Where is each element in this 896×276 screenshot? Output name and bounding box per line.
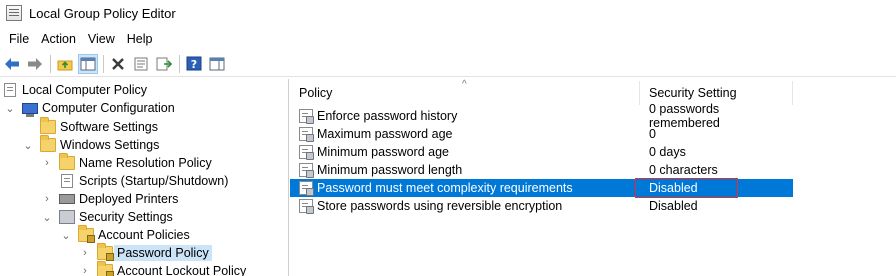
show-hide-action-pane-icon[interactable]: [207, 54, 227, 74]
policy-setting-icon: [299, 109, 314, 124]
sort-ascending-icon: ^: [462, 79, 467, 90]
menu-help[interactable]: Help: [121, 30, 159, 48]
policy-name: Minimum password length: [317, 163, 463, 177]
policy-row[interactable]: Minimum password length 0 characters: [290, 161, 793, 179]
security-setting-value: 0: [649, 127, 656, 141]
tree-item-account-policies[interactable]: ⌄ Account Policies: [60, 225, 190, 244]
tree-item-label: Account Policies: [98, 228, 190, 242]
folder-icon: [59, 153, 75, 170]
tree-item-computer-configuration[interactable]: ⌄ Computer Configuration: [4, 99, 175, 117]
up-folder-icon[interactable]: [55, 54, 75, 74]
toolbar: ?: [0, 51, 896, 77]
policy-setting-icon: [299, 127, 314, 142]
policy-row[interactable]: Maximum password age 0: [290, 125, 793, 143]
tree-item-label: Name Resolution Policy: [79, 156, 212, 170]
locked-folder-icon: [78, 225, 95, 243]
tree-item-label: Computer Configuration: [42, 101, 175, 115]
title-bar: Local Group Policy Editor: [0, 0, 896, 26]
security-setting-value: Disabled: [649, 181, 698, 195]
chevron-right-icon[interactable]: ›: [41, 157, 53, 169]
policy-row-selected[interactable]: Password must meet complexity requiremen…: [290, 179, 793, 197]
tree-item-label: Security Settings: [79, 210, 173, 224]
chevron-down-icon[interactable]: ⌄: [41, 211, 53, 224]
group-policy-app-icon: [6, 5, 22, 21]
policy-name: Store passwords using reversible encrypt…: [317, 199, 563, 213]
chevron-down-icon[interactable]: ⌄: [60, 229, 72, 242]
toolbar-separator: [103, 54, 104, 73]
properties-icon[interactable]: [131, 54, 151, 74]
tree-item-label: Software Settings: [60, 120, 158, 134]
tree-item-label: Account Lockout Policy: [117, 264, 247, 276]
toolbar-separator: [179, 54, 180, 73]
show-hide-console-tree-icon[interactable]: [78, 53, 98, 74]
tree-item-security-settings[interactable]: ⌄ Security Settings: [41, 208, 173, 226]
policy-doc-icon: [4, 83, 16, 97]
tree-item-account-lockout-policy[interactable]: › Account Lockout Policy: [79, 261, 247, 276]
security-setting-value: 0 characters: [649, 163, 718, 177]
policy-name: Enforce password history: [317, 109, 458, 123]
tree-item-windows-settings[interactable]: ⌄ Windows Settings: [22, 135, 160, 154]
tree-item-label: Scripts (Startup/Shutdown): [79, 174, 229, 188]
security-setting-value: 0 days: [649, 145, 686, 159]
policy-name: Minimum password age: [317, 145, 449, 159]
chevron-right-icon[interactable]: ›: [41, 193, 53, 205]
menu-view[interactable]: View: [82, 30, 121, 48]
tree-item-password-policy[interactable]: › Password Policy: [79, 243, 212, 262]
column-header-label: Policy: [299, 86, 333, 100]
security-settings-icon: [59, 210, 75, 224]
script-doc-icon: [61, 174, 73, 188]
tree-item-local-computer-policy[interactable]: Local Computer Policy: [4, 81, 147, 99]
policy-name: Password must meet complexity requiremen…: [317, 181, 573, 195]
forward-arrow-icon[interactable]: [25, 54, 45, 74]
policy-setting-icon: [299, 199, 314, 214]
policy-row[interactable]: Enforce password history 0 passwords rem…: [290, 102, 793, 130]
tree-item-label: Windows Settings: [60, 138, 160, 152]
policy-setting-icon: [299, 145, 314, 160]
chevron-down-icon[interactable]: ⌄: [4, 102, 16, 115]
back-arrow-icon[interactable]: [2, 54, 22, 74]
printer-icon: [59, 194, 75, 204]
policy-name: Maximum password age: [317, 127, 453, 141]
export-list-icon[interactable]: [154, 54, 174, 74]
help-icon[interactable]: ?: [184, 54, 204, 74]
menu-action[interactable]: Action: [35, 30, 82, 48]
svg-text:?: ?: [191, 58, 197, 71]
policy-setting-icon: [299, 181, 314, 196]
policy-setting-icon: [299, 163, 314, 178]
chevron-right-icon[interactable]: ›: [79, 265, 91, 276]
menu-bar: File Action View Help: [0, 28, 896, 50]
tree-item-scripts[interactable]: Scripts (Startup/Shutdown): [59, 172, 228, 190]
window-title: Local Group Policy Editor: [29, 5, 176, 21]
tree-item-name-resolution-policy[interactable]: › Name Resolution Policy: [41, 153, 212, 172]
computer-icon: [22, 102, 38, 117]
chevron-down-icon[interactable]: ⌄: [22, 139, 34, 152]
tree-item-software-settings[interactable]: Software Settings: [40, 117, 158, 136]
folder-icon: [40, 117, 56, 134]
column-header-policy[interactable]: ^ Policy: [290, 79, 640, 105]
policy-row[interactable]: Store passwords using reversible encrypt…: [290, 197, 793, 215]
tree-item-label: Deployed Printers: [79, 192, 179, 206]
tree-item-deployed-printers[interactable]: › Deployed Printers: [41, 190, 178, 208]
chevron-right-icon[interactable]: ›: [79, 247, 91, 259]
folder-icon: [40, 135, 56, 152]
delete-icon[interactable]: [108, 54, 128, 74]
toolbar-separator: [50, 54, 51, 73]
tree-item-label: Local Computer Policy: [22, 83, 148, 97]
security-setting-value: Disabled: [649, 199, 698, 213]
locked-folder-icon: [97, 243, 114, 261]
column-header-label: Security Setting: [649, 86, 737, 100]
tree-item-label: Password Policy: [114, 245, 212, 261]
locked-folder-icon: [97, 261, 114, 276]
policy-row[interactable]: Minimum password age 0 days: [290, 143, 793, 161]
menu-file[interactable]: File: [3, 30, 35, 48]
console-tree-pane: Local Computer Policy ⌄ Computer Configu…: [0, 79, 289, 276]
policy-list-pane: ^ Policy Security Setting Enforce passwo…: [290, 79, 896, 276]
